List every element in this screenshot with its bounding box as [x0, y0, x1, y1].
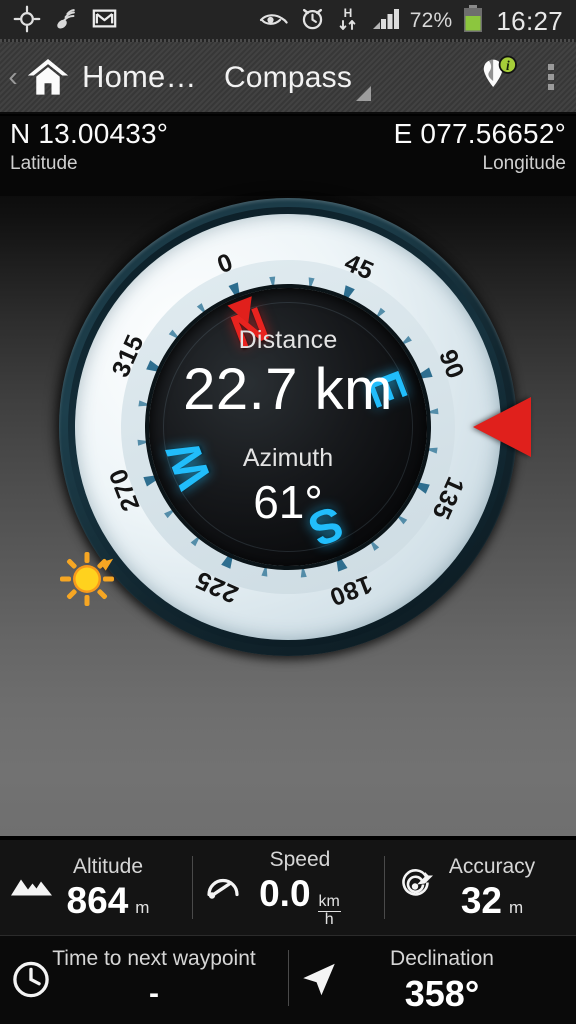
back-chevron-icon[interactable]: ‹	[0, 63, 20, 91]
stat-speed[interactable]: Speed 0.0 km h	[192, 840, 384, 935]
compass-widget[interactable]: 0 45 90 135 180 225 270 315 NESW Distanc…	[12, 151, 564, 703]
stat-speed-valuerow: 0.0 km h	[259, 873, 341, 929]
speedometer-icon	[200, 868, 246, 907]
target-accuracy-icon	[392, 868, 438, 907]
stat-accuracy-label: Accuracy	[448, 854, 536, 878]
waypoint-info-icon[interactable]: i	[477, 53, 521, 102]
longitude-block: E 077.56652° Longitude	[394, 116, 566, 176]
overflow-dot	[548, 64, 554, 70]
stat-altitude[interactable]: Altitude 864 m	[0, 840, 192, 935]
footer-waypoint-label: Time to next waypoint	[52, 947, 256, 970]
stat-altitude-valuerow: 864 m	[67, 880, 150, 922]
app-action-bar: ‹ Home… Compass i	[0, 42, 576, 114]
stat-accuracy-body: Accuracy 32 m	[425, 854, 535, 922]
stat-speed-body: Speed 0.0 km h	[235, 847, 341, 929]
latitude-value: N 13.00433°	[10, 118, 169, 149]
overflow-dot	[548, 74, 554, 80]
svg-text:H: H	[343, 6, 352, 20]
longitude-value: E 077.56652°	[393, 118, 566, 149]
satellite-signal-icon	[52, 5, 80, 38]
stat-accuracy-value: 32	[460, 879, 502, 921]
status-bar-clock: 16:27	[496, 5, 563, 36]
gps-crosshair-icon	[13, 5, 41, 38]
footer-declination[interactable]: Declination 358°	[288, 936, 576, 1024]
footer-declination-body: Declination 358°	[370, 945, 494, 1015]
battery-icon	[462, 4, 484, 39]
svg-text:i: i	[506, 58, 510, 73]
stats-row: Altitude 864 m Speed 0.0 km h Accuracy 3…	[0, 840, 576, 936]
signal-bars-icon	[370, 6, 400, 37]
status-bar-left-icons	[0, 5, 118, 38]
longitude-label: Longitude	[482, 153, 566, 174]
stat-accuracy-unit: m	[508, 897, 524, 917]
footer-declination-label: Declination	[390, 947, 494, 970]
latitude-block: N 13.00433° Latitude	[10, 116, 168, 176]
stat-speed-unit: km h	[317, 892, 341, 929]
footer-waypoint-value: -	[148, 977, 159, 1010]
gmail-icon	[91, 5, 118, 37]
stat-speed-value: 0.0	[259, 872, 311, 914]
page-title: Compass	[223, 61, 353, 94]
stat-altitude-label: Altitude	[72, 854, 144, 878]
hspa-data-icon: H	[336, 5, 360, 38]
battery-percent-label: 72%	[409, 9, 453, 32]
android-status-bar: H 72% 16:27	[0, 0, 576, 42]
overflow-menu-icon[interactable]	[543, 60, 559, 94]
smart-stay-eye-icon	[259, 7, 289, 36]
status-bar-right-icons: H 72% 16:27	[259, 4, 576, 39]
footer-waypoint-body: Time to next waypoint -	[32, 945, 255, 1015]
navigation-arrow-icon	[298, 958, 340, 1005]
stat-altitude-unit: m	[135, 897, 150, 917]
sun-icon	[59, 551, 115, 607]
action-bar-actions: i	[477, 53, 576, 102]
footer-declination-value: 358°	[404, 973, 480, 1014]
stat-accuracy[interactable]: Accuracy 32 m	[384, 840, 576, 935]
mountain-icon	[8, 870, 54, 905]
latitude-label: Latitude	[10, 153, 78, 174]
home-icon[interactable]	[25, 55, 71, 99]
stat-speed-label: Speed	[269, 847, 331, 871]
dial-face	[108, 247, 468, 607]
stat-altitude-value: 864	[66, 879, 129, 921]
stat-speed-unit-numerator: km	[317, 892, 341, 912]
title-dropdown-caret-icon[interactable]	[355, 85, 371, 101]
stat-altitude-body: Altitude 864 m	[43, 854, 150, 922]
coordinates-bar: N 13.00433° Latitude E 077.56652° Longit…	[0, 116, 576, 196]
compass-app-screen: H 72% 16:27 ‹ Home… Compass i N 13.00433…	[0, 0, 576, 1024]
stat-accuracy-valuerow: 32 m	[449, 880, 535, 922]
overflow-dot	[548, 84, 554, 90]
compass-stage: 0 45 90 135 180 225 270 315 NESW Distanc…	[0, 151, 576, 1024]
home-breadcrumb-label[interactable]: Home…	[82, 59, 197, 95]
alarm-clock-icon	[299, 5, 326, 37]
footer-row: Time to next waypoint - Declination 358°	[0, 936, 576, 1024]
clock-icon	[10, 958, 52, 1005]
footer-waypoint-time[interactable]: Time to next waypoint -	[0, 936, 288, 1024]
stat-speed-unit-denominator: h	[324, 910, 334, 928]
